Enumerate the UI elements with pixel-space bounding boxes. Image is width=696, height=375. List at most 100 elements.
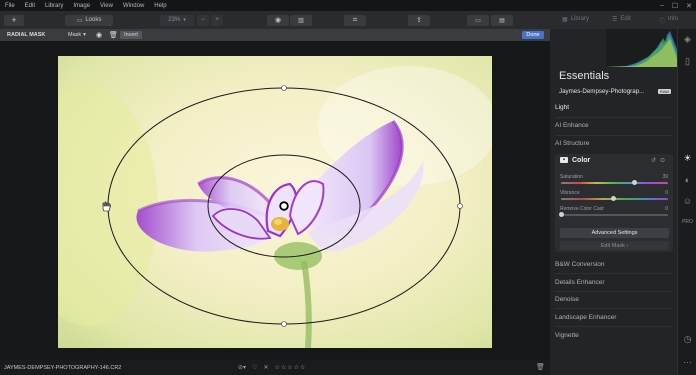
palette-creative-icon[interactable]: ◐ xyxy=(682,174,693,185)
rating-controls: ⊘▾ ♡ ✕ ☆☆☆☆☆ xyxy=(238,364,306,371)
filename-label: JAYMES-DEMPSEY-PHOTOGRAPHY-146.CR2 xyxy=(4,365,122,371)
tab-info[interactable]: ⓘ Info xyxy=(659,16,678,25)
image-canvas[interactable] xyxy=(0,41,550,360)
section-denoise[interactable]: Denoise xyxy=(555,296,673,303)
mask-title: RADIAL MASK xyxy=(7,32,46,38)
section-ai-enhance[interactable]: AI Enhance xyxy=(555,122,673,129)
remove-color-cast-slider[interactable] xyxy=(561,214,668,216)
menu-image[interactable]: Image xyxy=(73,3,90,9)
sun-essentials-icon[interactable]: ☀ xyxy=(682,153,693,164)
remove-color-cast-knob[interactable] xyxy=(559,212,564,217)
mask-handle-right[interactable] xyxy=(457,203,463,209)
preset-name: Jaymes-Dempsey-Photograp... xyxy=(559,88,645,95)
saturation-slider[interactable] xyxy=(561,182,668,184)
looks-button[interactable]: ▭ Looks xyxy=(65,14,113,26)
crop-button[interactable]: ⌗ xyxy=(344,14,366,26)
invert-button[interactable]: Invert xyxy=(120,31,142,39)
menu-bar: File Edit Library Image View Window Help xyxy=(0,0,696,11)
pro-icon[interactable]: PRO xyxy=(682,216,693,227)
divider xyxy=(555,326,673,327)
heart-icon[interactable]: ♡ xyxy=(252,364,257,371)
window-minimize-icon[interactable]: – xyxy=(660,2,664,9)
divider xyxy=(555,135,673,136)
section-color[interactable]: Color xyxy=(572,157,590,164)
mask-handle-top[interactable] xyxy=(281,85,287,91)
divider xyxy=(555,308,673,309)
reject-flag-icon[interactable]: ⊘▾ xyxy=(238,364,246,371)
section-details-enhancer[interactable]: Details Enhancer xyxy=(555,279,673,286)
chevron-down-icon: ▾ xyxy=(83,32,86,38)
export-button[interactable]: ⇪ xyxy=(408,14,430,26)
filmstrip-button[interactable]: ▤ xyxy=(491,14,513,26)
tab-library[interactable]: ▦ Library xyxy=(562,16,589,23)
mask-center-handle[interactable] xyxy=(279,201,289,211)
window-maximize-icon[interactable]: ☐ xyxy=(672,2,678,10)
remove-color-cast-value[interactable]: 0 xyxy=(656,206,668,212)
done-button[interactable]: Done xyxy=(522,31,544,39)
saturation-knob[interactable] xyxy=(632,180,637,185)
panel-title: Essentials xyxy=(559,70,610,82)
reset-icon[interactable]: ↺ xyxy=(651,157,656,164)
mask-handle-bottom[interactable] xyxy=(281,321,287,327)
top-toolbar: + ▭ Looks 23% ▾ − + ◉ ▥ ⌗ ⇪ ▭ ▤ xyxy=(0,11,550,29)
info-icon: ⓘ xyxy=(659,19,666,25)
split-view-icon: ▥ xyxy=(298,17,304,24)
zoom-in-button[interactable]: + xyxy=(211,14,223,26)
raw-badge: RAW xyxy=(657,89,671,94)
compare-panels-icon[interactable]: ▯ xyxy=(682,56,693,67)
single-view-button[interactable]: ▭ xyxy=(467,14,489,26)
compare-eye-button[interactable]: ◉ xyxy=(267,14,289,26)
tab-edit[interactable]: ☰ Edit xyxy=(612,16,631,23)
saturation-value[interactable]: 39 xyxy=(656,174,668,180)
menu-edit[interactable]: Edit xyxy=(25,3,35,9)
menu-file[interactable]: File xyxy=(5,3,15,9)
trash-icon[interactable]: 🗑 xyxy=(536,363,545,371)
preset-selector[interactable]: Jaymes-Dempsey-Photograp... RAW xyxy=(559,87,671,96)
module-tabs: ▦ Library ☰ Edit ⓘ Info xyxy=(550,11,696,29)
history-clock-icon[interactable]: ◷ xyxy=(682,334,693,345)
section-bw-conversion[interactable]: B&W Conversion xyxy=(555,261,673,268)
sliders-icon: ☰ xyxy=(612,17,618,23)
add-button[interactable]: + xyxy=(4,14,24,26)
advanced-settings-button[interactable]: Advanced Settings xyxy=(560,228,669,238)
histogram xyxy=(606,29,677,67)
side-by-side-button[interactable]: ▥ xyxy=(290,14,312,26)
crop-icon: ⌗ xyxy=(352,15,358,24)
hand-cursor-icon xyxy=(102,201,111,212)
menu-help[interactable]: Help xyxy=(154,3,166,9)
radial-mask-bar: RADIAL MASK Mask ▾ ◉ 🗑 Invert Done xyxy=(0,29,550,41)
toggle-icon[interactable]: ⊙ xyxy=(660,157,665,164)
vibrance-knob[interactable] xyxy=(611,196,616,201)
layers-icon[interactable]: ◈ xyxy=(682,34,693,45)
section-vignette[interactable]: Vignette xyxy=(555,332,673,339)
zoom-out-button[interactable]: − xyxy=(197,14,209,26)
share-icon: ⇪ xyxy=(416,17,422,24)
menu-library[interactable]: Library xyxy=(45,3,63,9)
vibrance-label: Vibrance xyxy=(560,190,580,196)
divider xyxy=(555,291,673,292)
window-controls: – ☐ ✕ xyxy=(660,0,692,11)
trash-icon[interactable]: 🗑 xyxy=(109,31,118,39)
reject-icon[interactable]: ✕ xyxy=(263,364,268,371)
star-rating[interactable]: ☆☆☆☆☆ xyxy=(274,364,306,371)
looks-icon: ▭ xyxy=(76,17,83,24)
mask-visibility-eye-icon[interactable]: ◉ xyxy=(96,31,102,39)
radial-mask-overlay[interactable] xyxy=(0,41,550,360)
face-portrait-icon[interactable]: ☺ xyxy=(682,195,693,206)
menu-view[interactable]: View xyxy=(100,3,113,9)
remove-color-cast-label: Remove Color Cast xyxy=(560,206,604,212)
more-icon[interactable]: ··· xyxy=(682,356,693,367)
section-light[interactable]: Light xyxy=(555,104,673,111)
section-landscape-enhancer[interactable]: Landscape Enhancer xyxy=(555,314,673,321)
chevron-down-icon: ▾ xyxy=(183,17,186,23)
mask-dropdown[interactable]: Mask ▾ xyxy=(68,32,86,38)
menu-window[interactable]: Window xyxy=(123,3,144,9)
window-close-icon[interactable]: ✕ xyxy=(686,2,692,10)
section-ai-structure[interactable]: AI Structure xyxy=(555,140,673,147)
vibrance-value[interactable]: 0 xyxy=(656,190,668,196)
divider xyxy=(555,273,673,274)
saturation-label: Saturation xyxy=(560,174,583,180)
edit-mask-button[interactable]: Edit Mask › xyxy=(560,241,669,250)
eye-icon: ◉ xyxy=(274,17,282,24)
zoom-dropdown[interactable]: 23% ▾ xyxy=(160,14,194,26)
